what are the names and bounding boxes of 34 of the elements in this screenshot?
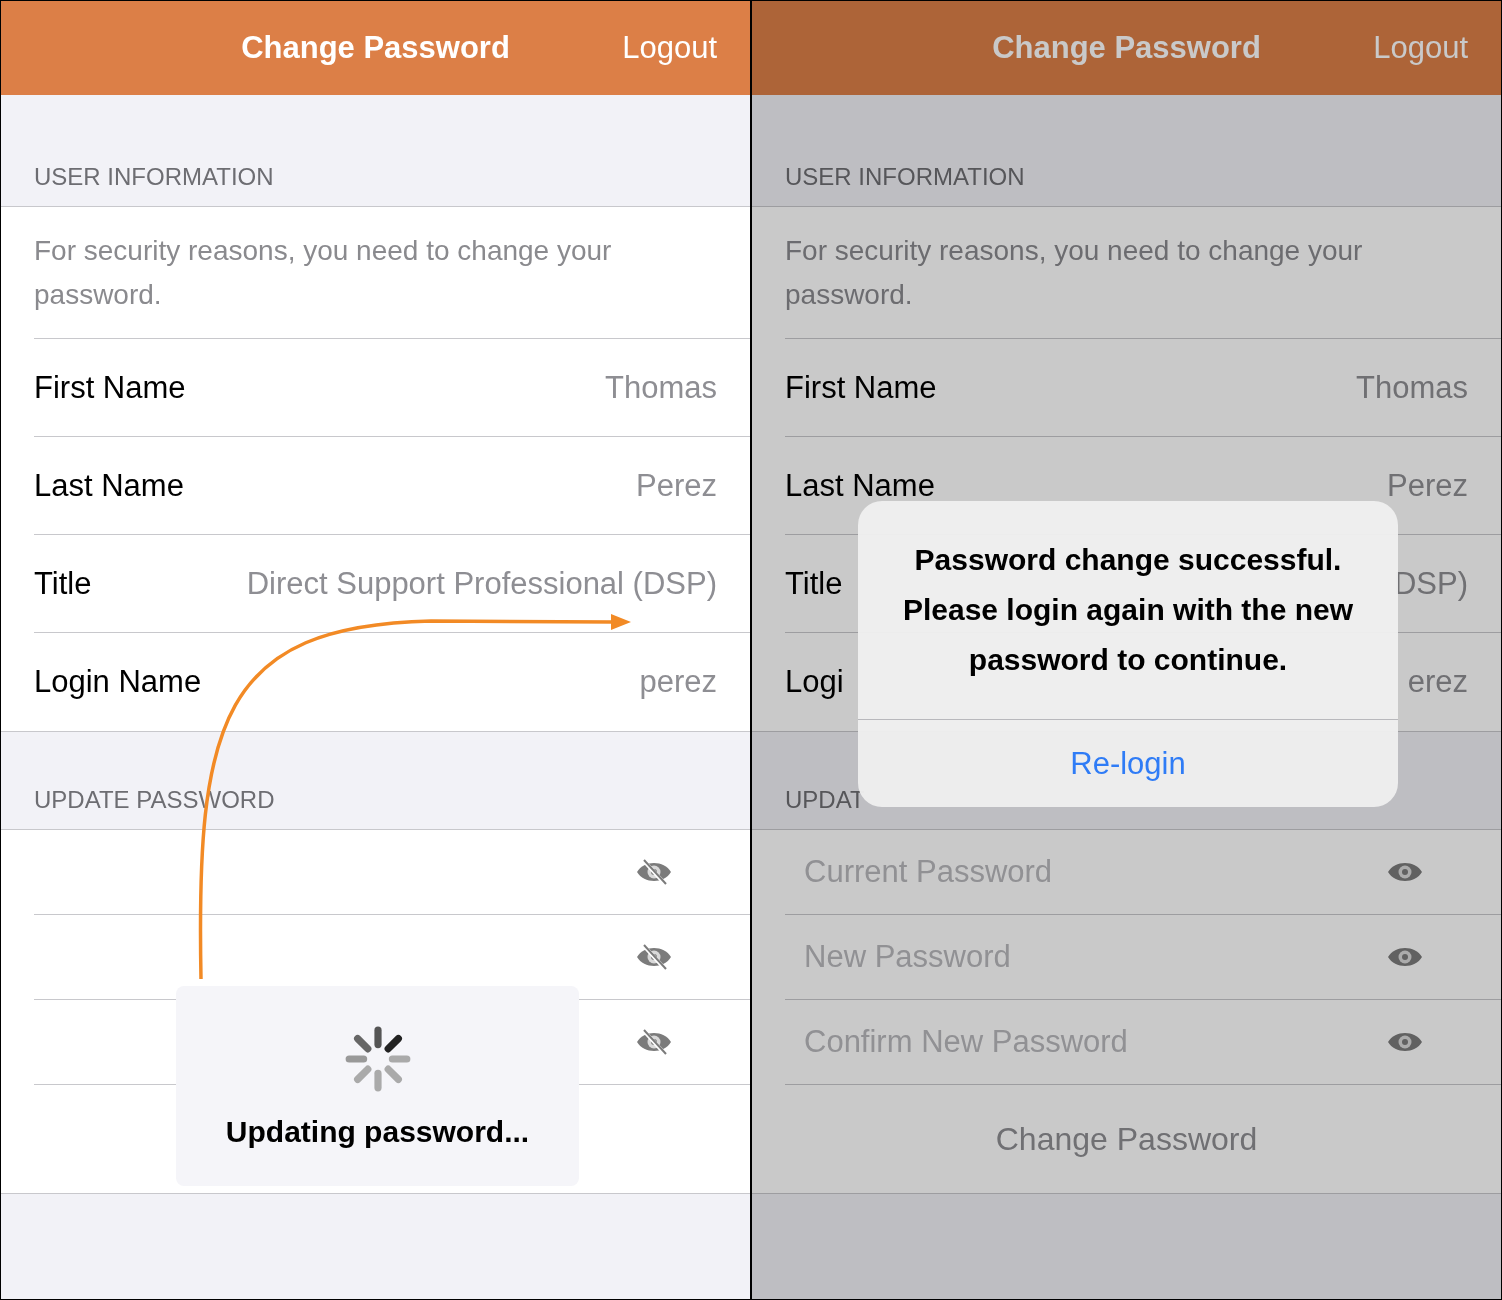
field-label: Title — [785, 565, 843, 602]
eye-slash-icon[interactable] — [636, 944, 672, 970]
progress-message: Updating password... — [225, 1115, 530, 1149]
field-value: erez — [1407, 664, 1468, 700]
field-value: Perez — [636, 467, 717, 504]
field-label: Logi — [785, 664, 844, 700]
field-label: First Name — [34, 369, 186, 406]
password-field[interactable]: Current Password — [785, 854, 1387, 890]
field-label: First Name — [785, 369, 937, 406]
field-label: Title — [34, 565, 92, 602]
logout-button[interactable]: Logout — [1373, 30, 1468, 66]
field-value: perez — [639, 664, 717, 700]
password-field[interactable]: Confirm New Password — [785, 1024, 1387, 1060]
change-password-button[interactable]: Change Password — [989, 1119, 1264, 1159]
field-label: Login Name — [34, 664, 202, 700]
field-value: Perez — [1387, 467, 1468, 504]
field-label: Last Name — [785, 467, 935, 504]
field-value: Direct Support Professional (DSP) — [246, 565, 717, 602]
eye-slash-icon[interactable] — [636, 1029, 672, 1055]
section-header: UPDAT — [785, 786, 865, 814]
field-value: Thomas — [1356, 369, 1468, 406]
eye-slash-icon[interactable] — [636, 859, 672, 885]
password-field[interactable]: New Password — [785, 939, 1387, 975]
section-header: USER INFORMATION — [34, 163, 274, 191]
alert-message: Password change successful. Please login again with the new password to continue. — [901, 542, 1355, 678]
field-label: Last Name — [34, 467, 184, 504]
field-value: Thomas — [605, 369, 717, 406]
field-value: DSP) — [1393, 565, 1468, 602]
note-text: For security reasons, you need to change your password. — [34, 233, 613, 312]
nav-title: Change Password — [240, 30, 510, 66]
logout-button[interactable]: Logout — [622, 30, 717, 66]
nav-title: Change Password — [991, 30, 1261, 66]
note-text: For security reasons, you need to change your password. — [785, 233, 1364, 312]
section-header: USER INFORMATION — [785, 163, 1025, 191]
